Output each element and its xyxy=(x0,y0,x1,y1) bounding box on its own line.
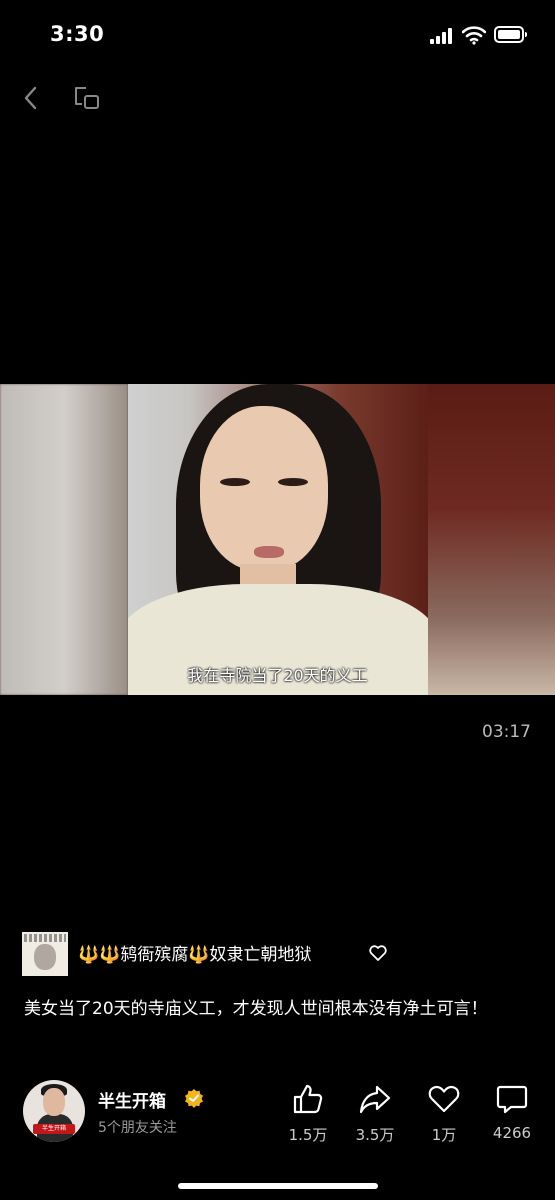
home-indicator[interactable] xyxy=(178,1183,378,1189)
heart-icon xyxy=(428,1085,460,1113)
like-count: 1.5万 xyxy=(288,1126,328,1144)
video-frame xyxy=(128,384,428,695)
video-blur-left xyxy=(0,384,128,695)
battery-icon xyxy=(494,26,527,43)
comment-count: 4266 xyxy=(492,1124,532,1142)
share-icon xyxy=(359,1085,391,1114)
author-followers: 5个朋友关注 xyxy=(98,1120,177,1136)
avatar[interactable]: 半生开箱 xyxy=(23,1080,85,1142)
video-player[interactable]: 我在寺院当了20天的义工 xyxy=(0,384,555,695)
status-time: 3:30 xyxy=(50,22,105,46)
thumbs-up-icon xyxy=(293,1084,323,1114)
video-subtitle: 我在寺院当了20天的义工 xyxy=(187,666,368,685)
comment-button[interactable]: 4266 xyxy=(482,1082,542,1142)
video-duration: 03:17 xyxy=(482,722,531,742)
wifi-icon xyxy=(462,26,486,45)
video-blur-right xyxy=(428,384,555,695)
like-button[interactable]: 1.5万 xyxy=(278,1082,338,1145)
comment-icon xyxy=(496,1085,528,1114)
favorite-button[interactable]: 1万 xyxy=(414,1082,474,1145)
verified-badge-icon xyxy=(185,1089,203,1108)
floating-window-icon[interactable] xyxy=(72,84,102,112)
back-icon[interactable] xyxy=(18,84,44,112)
source-title: 🔱🔱鸫衙殡腐🔱奴隶亡朝地狱 xyxy=(78,945,312,965)
video-caption: 美女当了20天的寺庙义工，才发现人世间根本没有净土可言！ xyxy=(24,999,488,1019)
source-row[interactable]: 🔱🔱鸫衙殡腐🔱奴隶亡朝地狱 xyxy=(22,930,542,978)
share-button[interactable]: 3.5万 xyxy=(345,1082,405,1145)
source-thumbnail xyxy=(22,932,68,976)
favorite-count: 1万 xyxy=(431,1126,457,1144)
share-count: 3.5万 xyxy=(355,1126,395,1144)
author-name[interactable]: 半生开箱 xyxy=(98,1087,166,1112)
heart-outline-icon[interactable] xyxy=(368,943,388,963)
status-bar: 3:30 xyxy=(0,0,555,70)
cellular-signal-icon xyxy=(430,28,456,44)
